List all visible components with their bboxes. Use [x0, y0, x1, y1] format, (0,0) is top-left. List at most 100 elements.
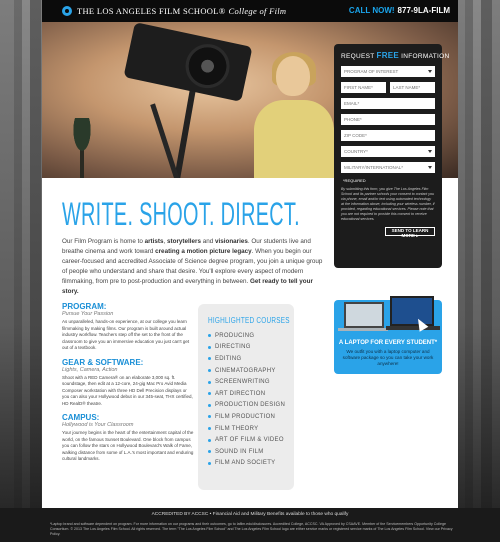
bullet-icon: [208, 380, 211, 384]
course-label: PRODUCING: [215, 332, 255, 339]
email-field[interactable]: [341, 98, 435, 109]
course-label: SCREENWRITING: [215, 379, 270, 386]
bullet-icon: [208, 345, 211, 349]
laptop-left: [344, 302, 384, 328]
course-label: FILM PRODUCTION: [215, 413, 276, 420]
course-item: ART OF FILM & VIDEO: [208, 434, 294, 446]
camera-lens: [181, 40, 234, 93]
course-label: PRODUCTION DESIGN: [215, 402, 286, 409]
zip-field[interactable]: [341, 130, 435, 141]
intro-paragraph: Our Film Program is home to artists, sto…: [62, 237, 324, 297]
brand-logo[interactable]: THE LOS ANGELES FILM SCHOOL® College of F…: [77, 6, 286, 16]
course-item: FILM AND SOCIETY: [208, 458, 294, 470]
film-reel-logo-icon: [62, 6, 72, 16]
course-label: FILM AND SOCIETY: [215, 460, 276, 467]
course-item: SOUND IN FILM: [208, 446, 294, 458]
laptop-left-base: [338, 328, 388, 331]
course-label: DIRECTING: [215, 344, 251, 351]
call-now-number: 877-9LA-FILM: [397, 6, 450, 15]
country-select[interactable]: [341, 146, 435, 157]
course-item: FILM THEORY: [208, 423, 294, 435]
intro-bold: storytellers: [167, 238, 201, 245]
bullet-icon: [208, 450, 211, 454]
call-now-label: CALL NOW!: [348, 6, 395, 15]
laptop-promo[interactable]: A LAPTOP FOR EVERY STUDENT* We outfit yo…: [334, 296, 442, 374]
section-title: CAMPUS:: [62, 413, 100, 422]
brand-name: THE LOS ANGELES FILM SCHOOL®: [77, 6, 226, 16]
footer-fine-print: *Laptop brand and software dependent on …: [50, 522, 453, 536]
course-item: FILM PRODUCTION: [208, 411, 294, 423]
military-select[interactable]: [341, 162, 435, 173]
form-title-free: FREE: [376, 51, 400, 60]
request-info-form: REQUEST FREE INFORMATION *REQUIRED By su…: [334, 44, 449, 268]
laptop-image: [338, 296, 440, 338]
program-select[interactable]: [341, 66, 435, 77]
form-title: REQUEST FREE INFORMATION: [341, 51, 449, 60]
bullet-icon: [208, 403, 211, 407]
course-item: PRODUCTION DESIGN: [208, 400, 294, 412]
required-note: *REQUIRED: [343, 178, 366, 183]
course-label: SOUND IN FILM: [215, 448, 264, 455]
call-now[interactable]: CALL NOW! 877-9LA-FILM: [349, 6, 450, 15]
filmmaker: [248, 52, 334, 178]
intro-text: Our Film Program is home to: [62, 238, 145, 245]
course-item: PRODUCING: [208, 330, 294, 342]
course-item: SCREENWRITING: [208, 376, 294, 388]
course-item: ART DIRECTION: [208, 388, 294, 400]
intro-bold: creating a motion picture legacy: [155, 248, 252, 255]
bullet-icon: [208, 369, 211, 373]
top-header: THE LOS ANGELES FILM SCHOOL® College of F…: [42, 0, 458, 22]
bullet-icon: [208, 334, 211, 338]
filmmaker-shirt: [254, 100, 334, 178]
section-subtitle: Lights, Camera, Action: [62, 366, 118, 373]
bullet-icon: [208, 461, 211, 465]
first-name-field[interactable]: [341, 82, 386, 93]
filmmaker-head: [276, 56, 310, 96]
film-camera: [123, 22, 253, 102]
phone-field[interactable]: [341, 114, 435, 125]
brand-college: College of Film: [228, 6, 287, 16]
courses-title: HIGHLIGHTED COURSES: [208, 316, 290, 325]
section-title: GEAR & SOFTWARE:: [62, 357, 144, 367]
landing-page: THE LOS ANGELES FILM SCHOOL® College of F…: [42, 0, 458, 508]
promo-body: We outfit you with a laptop computer and…: [342, 349, 434, 366]
section-body: Shoot with a RED Camera® on an elaborate…: [62, 374, 193, 406]
promo-title: A LAPTOP FOR EVERY STUDENT*: [338, 340, 438, 346]
highlighted-courses: HIGHLIGHTED COURSES PRODUCING DIRECTING …: [198, 304, 294, 490]
section-body: As unparalleled, hands-on experience, at…: [62, 319, 190, 350]
form-title-post: INFORMATION: [401, 53, 450, 60]
form-title-pre: REQUEST: [341, 53, 375, 60]
course-label: ART DIRECTION: [215, 390, 266, 397]
section-subtitle: Pursue Your Passion: [62, 311, 114, 317]
course-label: CINEMATOGRAPHY: [215, 367, 276, 374]
bullet-icon: [208, 427, 211, 431]
section-subtitle: Hollywood is Your Classroom: [62, 422, 134, 428]
course-item: DIRECTING: [208, 342, 294, 354]
bullet-icon: [208, 415, 211, 419]
name-row: [341, 82, 435, 98]
course-label: EDITING: [215, 355, 242, 362]
section-title: PROGRAM:: [62, 302, 107, 311]
course-item: CINEMATOGRAPHY: [208, 365, 294, 377]
bullet-icon: [208, 438, 211, 442]
country-select-wrap: [341, 146, 435, 157]
bullet-icon: [208, 357, 211, 361]
course-label: ART OF FILM & VIDEO: [215, 437, 284, 444]
intro-bold: visionaries: [214, 238, 248, 245]
laptop-right: [390, 296, 434, 326]
bullet-icon: [208, 392, 211, 396]
footer-accreditation: ACCREDITED BY ACCSC • Financial Aid and …: [151, 512, 349, 517]
tripod-leg: [173, 84, 197, 178]
course-item: EDITING: [208, 353, 294, 365]
footer: ACCREDITED BY ACCSC • Financial Aid and …: [0, 508, 500, 542]
intro-text: and: [200, 238, 215, 245]
send-button[interactable]: SEND TO LEARN MORE ▸: [385, 227, 435, 238]
section-body: Your journey begins in the heart of the …: [62, 430, 194, 461]
page-headline: WRITE. SHOOT. DIRECT.: [62, 196, 300, 232]
laptop-right-base: [386, 326, 440, 330]
military-select-wrap: [341, 162, 435, 173]
program-select-wrap: [341, 66, 435, 77]
last-name-field[interactable]: [390, 82, 435, 93]
course-label: FILM THEORY: [215, 425, 259, 432]
consent-disclaimer: By submitting this form, you give The Lo…: [341, 187, 435, 221]
